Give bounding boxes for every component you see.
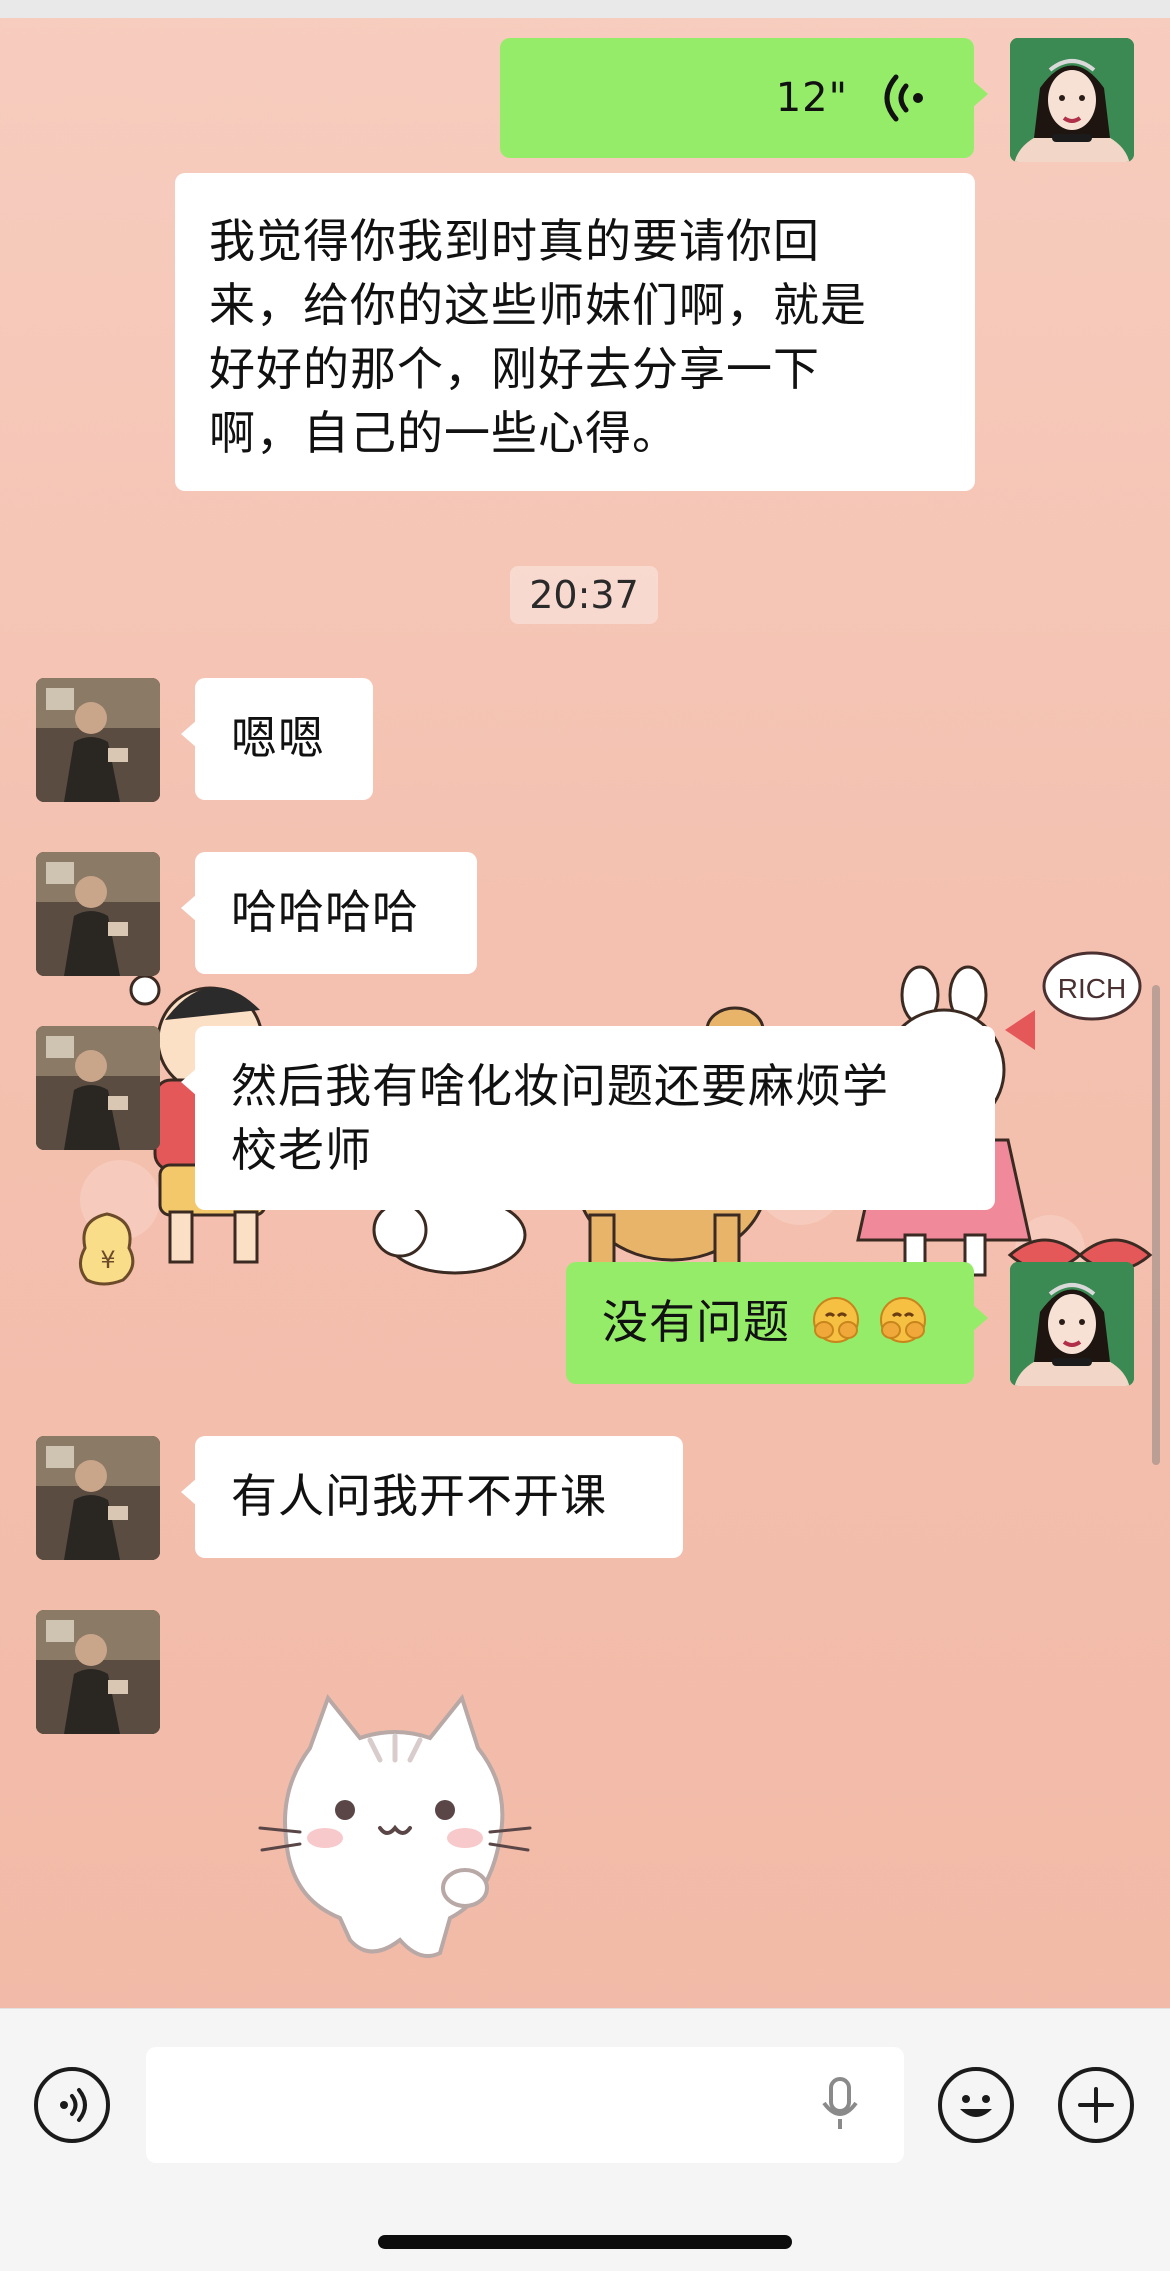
- message-line-4: 啊，自己的一些心得。: [209, 401, 941, 465]
- voice-mode-icon: [38, 2071, 106, 2139]
- my-avatar[interactable]: [1010, 38, 1134, 162]
- status-bar-strip: [0, 0, 1170, 18]
- voice-mode-button[interactable]: [34, 2067, 110, 2143]
- woman-portrait-icon: [1010, 1262, 1134, 1386]
- chat-scrollbar[interactable]: [1152, 985, 1160, 1465]
- voice-wave-icon: [882, 72, 926, 124]
- emoji-button[interactable]: [938, 2067, 1014, 2143]
- message-text: 有人问我开不开课: [231, 1469, 607, 1523]
- shy-face-emoji-icon: [810, 1294, 862, 1346]
- chat-timestamp: 20:37: [510, 566, 658, 624]
- shy-face-emoji-icon: [877, 1294, 929, 1346]
- woman-portrait-icon: [1010, 38, 1134, 162]
- message-bubble-long[interactable]: 我觉得你我到时真的要请你回 来，给你的这些师妹们啊，就是 好好的那个，刚好去分享…: [175, 173, 975, 491]
- message-text: 嗯嗯: [231, 711, 325, 765]
- voice-message-bubble[interactable]: 12": [500, 38, 974, 158]
- man-portrait-icon: [36, 1026, 160, 1150]
- message-bubble-en-en[interactable]: 嗯嗯: [195, 678, 373, 800]
- message-text-input[interactable]: [146, 2047, 904, 2163]
- emoji-icon: [942, 2071, 1010, 2139]
- message-line-2: 来，给你的这些师妹们啊，就是: [209, 273, 941, 337]
- message-line-1: 然后我有啥化妆问题还要麻烦学: [231, 1054, 959, 1118]
- peer-avatar[interactable]: [36, 678, 160, 802]
- man-portrait-icon: [36, 678, 160, 802]
- more-options-button[interactable]: [1058, 2067, 1134, 2143]
- message-bubble-no-problem[interactable]: 没有问题: [566, 1262, 974, 1384]
- message-bubble-haha[interactable]: 哈哈哈哈: [195, 852, 477, 974]
- my-avatar[interactable]: [1010, 1262, 1134, 1386]
- peer-avatar[interactable]: [36, 852, 160, 976]
- message-line-3: 好好的那个，刚好去分享一下: [209, 337, 941, 401]
- home-indicator[interactable]: [378, 2235, 792, 2249]
- man-portrait-icon: [36, 852, 160, 976]
- message-text: 哈哈哈哈: [231, 885, 419, 939]
- message-bubble-class[interactable]: 有人问我开不开课: [195, 1436, 683, 1558]
- message-input-bar: [0, 2008, 1170, 2271]
- message-line-1: 我觉得你我到时真的要请你回: [209, 209, 941, 273]
- microphone-icon[interactable]: [818, 2075, 862, 2135]
- peer-avatar[interactable]: [36, 1610, 160, 1734]
- voice-duration: 12": [776, 66, 848, 130]
- message-bubble-makeup[interactable]: 然后我有啥化妆问题还要麻烦学 校老师: [195, 1026, 995, 1210]
- peer-avatar[interactable]: [36, 1436, 160, 1560]
- chat-message-list[interactable]: 12" 我觉得你我到时真的要请你回 来，给你的这些师妹们啊，就是 好好的那个，刚…: [0, 18, 1170, 2008]
- man-portrait-icon: [36, 1436, 160, 1560]
- peer-avatar[interactable]: [36, 1026, 160, 1150]
- message-text: 没有问题: [602, 1295, 790, 1349]
- white-kitten-sticker[interactable]: [250, 1678, 540, 1968]
- man-portrait-icon: [36, 1610, 160, 1734]
- plus-icon: [1062, 2071, 1130, 2139]
- message-line-2: 校老师: [231, 1118, 959, 1182]
